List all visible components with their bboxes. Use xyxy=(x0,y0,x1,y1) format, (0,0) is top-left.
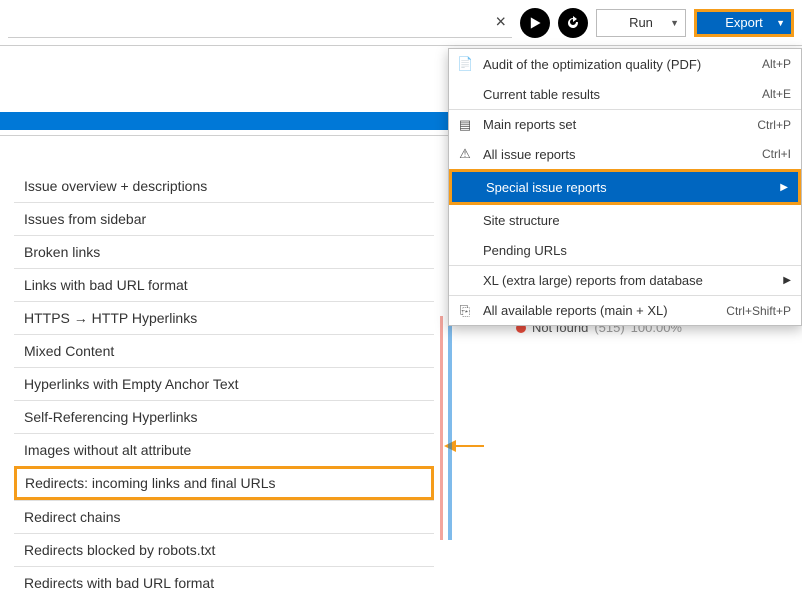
caret-down-icon: ▼ xyxy=(670,18,679,28)
submenu-item[interactable]: Issue overview + descriptions xyxy=(14,170,434,202)
submenu-item[interactable]: Images without alt attribute xyxy=(14,433,434,466)
submenu-item[interactable]: Redirects with bad URL format xyxy=(14,566,434,599)
export-menu-item[interactable]: Current table results Alt+E xyxy=(449,79,801,109)
export-menu-item[interactable]: ⚠ All issue reports Ctrl+I xyxy=(449,139,801,169)
submenu-item[interactable]: Redirects: incoming links and final URLs xyxy=(14,466,434,500)
export-menu-item[interactable]: ▤ Main reports set Ctrl+P xyxy=(449,109,801,139)
menu-item-label: XL (extra large) reports from database xyxy=(483,273,703,288)
menu-item-icon: ▤ xyxy=(457,117,473,133)
menu-item-label: All issue reports xyxy=(483,147,575,162)
menu-item-label: Audit of the optimization quality (PDF) xyxy=(483,57,701,72)
play-icon xyxy=(528,16,542,30)
menu-item-label: Current table results xyxy=(483,87,600,102)
submenu-item[interactable]: Issues from sidebar xyxy=(14,202,434,235)
run-label: Run xyxy=(629,15,653,30)
run-select[interactable]: Run ▼ xyxy=(596,9,686,37)
menu-item-shortcut: Alt+P xyxy=(762,57,791,71)
submenu-item[interactable]: Broken links xyxy=(14,235,434,268)
menu-item-icon: 📄 xyxy=(457,56,473,72)
menu-item-shortcut: Ctrl+I xyxy=(762,147,791,161)
submenu-item[interactable]: Redirect chains xyxy=(14,500,434,533)
export-button[interactable]: Export ▼ xyxy=(694,9,794,37)
top-toolbar: × Run ▼ Export ▼ xyxy=(0,0,802,46)
export-menu-item[interactable]: 📄 Audit of the optimization quality (PDF)… xyxy=(449,49,801,79)
submenu-caret-icon: ▶ xyxy=(772,182,788,193)
menu-item-label: Special issue reports xyxy=(486,180,607,195)
menu-item-icon: ⚠ xyxy=(457,146,473,162)
special-issue-submenu: Issue overview + descriptionsIssues from… xyxy=(14,170,434,599)
export-label: Export xyxy=(725,15,763,30)
submenu-item[interactable]: Hyperlinks with Empty Anchor Text xyxy=(14,367,434,400)
menu-item-label: Main reports set xyxy=(483,117,576,132)
submenu-item[interactable]: Self-Referencing Hyperlinks xyxy=(14,400,434,433)
export-menu-item[interactable]: XL (extra large) reports from database ▶ xyxy=(449,265,801,295)
submenu-caret-icon: ▶ xyxy=(775,275,791,286)
export-menu-item[interactable]: Site structure xyxy=(449,205,801,235)
refresh-button[interactable] xyxy=(558,8,588,38)
menu-item-label: Site structure xyxy=(483,213,560,228)
export-menu-item[interactable]: ⎘ All available reports (main + XL) Ctrl+S… xyxy=(449,295,801,325)
refresh-icon xyxy=(565,15,581,31)
caret-down-icon: ▼ xyxy=(776,18,785,28)
clear-search-icon[interactable]: × xyxy=(495,12,506,33)
menu-item-shortcut: Ctrl+Shift+P xyxy=(726,304,791,318)
submenu-item[interactable]: Redirects blocked by robots.txt xyxy=(14,533,434,566)
search-input[interactable]: × xyxy=(8,8,512,38)
export-dropdown-menu: 📄 Audit of the optimization quality (PDF)… xyxy=(448,48,802,326)
chart-slice-blue xyxy=(448,316,452,540)
menu-item-shortcut: Ctrl+P xyxy=(757,118,791,132)
menu-item-label: All available reports (main + XL) xyxy=(483,303,668,318)
menu-item-label: Pending URLs xyxy=(483,243,567,258)
submenu-item[interactable]: HTTPS → HTTP Hyperlinks xyxy=(14,301,434,334)
export-menu-item[interactable]: Pending URLs xyxy=(449,235,801,265)
menu-item-shortcut: Alt+E xyxy=(762,87,791,101)
export-menu-item[interactable]: Special issue reports ▶ xyxy=(452,172,798,202)
chart-slice-red xyxy=(440,316,443,540)
submenu-item[interactable]: Mixed Content xyxy=(14,334,434,367)
submenu-item[interactable]: Links with bad URL format xyxy=(14,268,434,301)
play-button[interactable] xyxy=(520,8,550,38)
menu-item-icon: ⎘ xyxy=(457,303,473,319)
